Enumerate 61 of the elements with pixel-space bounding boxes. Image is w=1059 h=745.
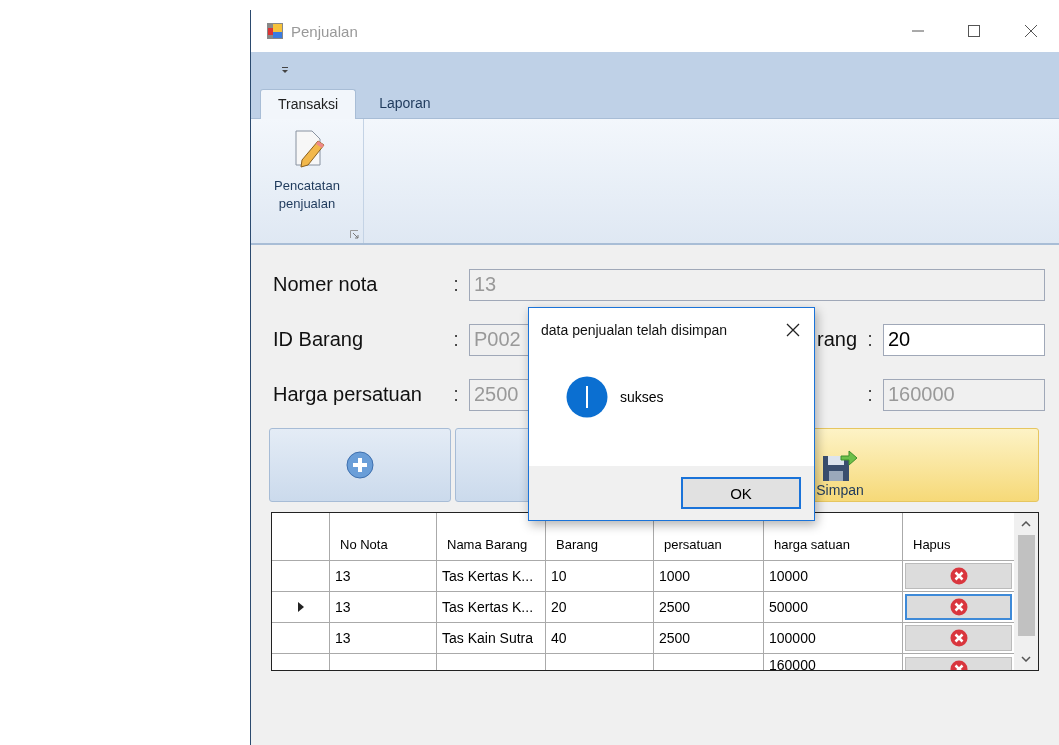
colon: : [866,328,874,351]
scrollbar[interactable] [1014,513,1038,670]
table-cell: 13 [335,599,351,615]
colon: : [452,383,460,406]
column-header: persatuan [664,537,722,552]
table-cell: 1000 [659,568,691,584]
table-cell: 2500 [659,630,691,646]
maximize-icon[interactable] [968,25,980,37]
column-header: No Nota [340,537,388,552]
table-cell: 40 [551,630,567,646]
table-cell: 20 [551,599,567,615]
column-header: Barang [556,537,598,552]
table-cell: 50000 [769,599,808,615]
field-label: Nomer nota [273,273,379,296]
table-cell: 2500 [659,599,691,615]
table-cell: 100000 [769,630,816,646]
table-cell: Tas Kain Sutra [442,630,534,646]
table-cell: 13 [335,568,351,584]
row-header[interactable] [272,561,330,592]
quick-access-menu-icon[interactable] [281,66,289,74]
ok-button[interactable]: OK [681,477,801,509]
ribbon-button[interactable]: Pencatatan penjualan [265,119,349,219]
add-button[interactable] [269,428,451,502]
close-icon[interactable] [1024,24,1038,38]
floppy-disk-icon [821,450,859,482]
plus-icon [346,451,374,479]
table-cell: Tas Kertas K... [442,599,534,615]
colon: : [866,383,874,406]
table-cell: Tas Kertas K... [442,568,534,584]
scroll-down-icon[interactable] [1021,656,1031,662]
column-header: Nama Barang [447,537,528,552]
dialog-launcher-icon[interactable] [350,230,359,239]
info-icon [566,376,608,418]
table-cell: 10000 [769,568,808,584]
field-label: rang [816,328,857,351]
colon: : [452,328,460,351]
delete-icon [949,598,968,616]
close-icon[interactable] [786,323,800,337]
ribbon-tab[interactable]: Laporan [362,89,448,118]
app-icon [267,23,283,39]
scroll-up-icon[interactable] [1021,521,1031,527]
table-cell: 10 [551,568,567,584]
field-label: Harga persatuan [273,383,423,406]
table-cell: 13 [335,630,351,646]
row-header[interactable] [272,592,330,623]
delete-button[interactable] [905,625,1012,651]
table-cell: 160000 [769,657,816,670]
dialog-message: sukses [620,389,664,405]
column-header: Hapus [913,537,951,552]
delete-button[interactable] [905,563,1012,589]
row-header[interactable] [272,623,330,654]
column-header: harga satuan [774,537,850,552]
ribbon-tab[interactable]: Transaksi [260,89,357,119]
colon: : [452,273,460,296]
delete-button[interactable] [905,657,1012,670]
delete-button[interactable] [905,594,1012,620]
field-label: ID Barang [273,328,365,351]
dialog-title: data penjualan telah disimpan [541,322,728,338]
window-title: Penjualan [291,22,358,40]
delete-icon [949,567,968,585]
delete-icon [949,629,968,647]
